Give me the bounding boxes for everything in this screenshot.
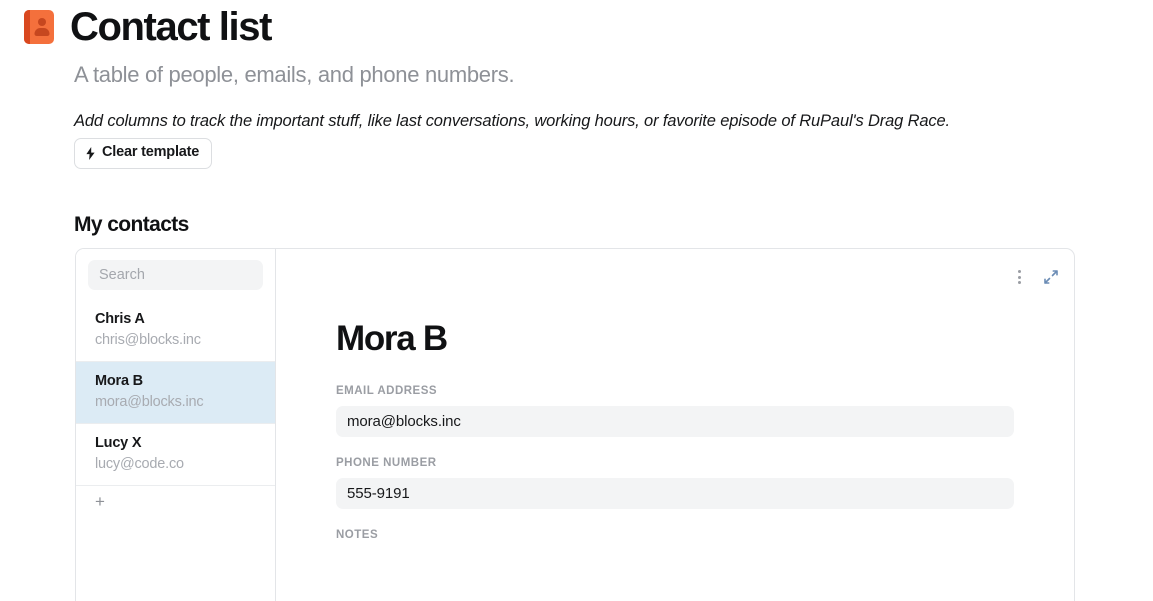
contact-detail-pane: Mora B EMAIL ADDRESS PHONE NUMBER NOTES [276, 249, 1074, 601]
notes-label: NOTES [336, 528, 379, 541]
search-wrap [76, 249, 275, 300]
clear-template-button[interactable]: Clear template [74, 138, 213, 169]
page-subtitle: A table of people, emails, and phone num… [74, 62, 515, 87]
kebab-dot [1017, 281, 1021, 284]
search-input[interactable] [88, 260, 263, 290]
phone-number-label: PHONE NUMBER [336, 456, 437, 469]
contact-book-person-body [34, 28, 50, 36]
contact-email: lucy@code.co [95, 456, 184, 473]
add-contact-row[interactable]: + [76, 485, 275, 601]
contact-detail-title: Mora B [336, 319, 448, 358]
expand-diagonal-icon [1044, 270, 1058, 284]
contacts-list-pane: Chris A chris@blocks.inc Mora B mora@blo… [76, 249, 276, 601]
email-address-field[interactable] [336, 405, 1014, 437]
kebab-menu-icon [1017, 270, 1021, 284]
contact-book-person-head [38, 18, 46, 26]
contact-name: Chris A [95, 311, 145, 327]
section-title: My contacts [74, 213, 189, 236]
plus-icon: + [95, 492, 105, 512]
detail-toolbar [1010, 268, 1060, 286]
template-hint-text: Add columns to track the important stuff… [74, 112, 950, 131]
expand-button[interactable] [1042, 268, 1060, 286]
contact-book-icon [24, 10, 54, 44]
kebab-menu-button[interactable] [1010, 268, 1028, 286]
email-address-label: EMAIL ADDRESS [336, 385, 438, 397]
lightning-bolt-icon [86, 146, 95, 160]
page-title: Contact list [70, 5, 272, 49]
phone-number-field[interactable] [336, 477, 1014, 509]
kebab-dot [1017, 270, 1021, 273]
contact-list-page: Contact list A table of people, emails, … [0, 0, 1153, 601]
clear-template-label: Clear template [102, 144, 200, 161]
contact-email: mora@blocks.inc [95, 394, 204, 411]
contact-name: Mora B [95, 373, 143, 390]
contacts-card: Chris A chris@blocks.inc Mora B mora@blo… [75, 248, 1075, 601]
contact-list-item-chris-a[interactable]: Chris A chris@blocks.inc [76, 300, 275, 362]
page-header: Contact list A table of people, emails, … [0, 0, 1153, 169]
contact-list-item-mora-b[interactable]: Mora B mora@blocks.inc [76, 361, 275, 424]
title-row: Contact list [0, 0, 1153, 47]
kebab-dot [1017, 275, 1021, 279]
contact-book-spine [24, 10, 30, 44]
contact-list-item-lucy-x[interactable]: Lucy X lucy@code.co [76, 423, 275, 486]
contact-name: Lucy X [95, 435, 142, 452]
clear-template-button-wrap: Clear template [0, 130, 1153, 169]
detail-body: Mora B EMAIL ADDRESS PHONE NUMBER NOTES [276, 249, 1074, 542]
contact-email: chris@blocks.inc [95, 332, 201, 349]
